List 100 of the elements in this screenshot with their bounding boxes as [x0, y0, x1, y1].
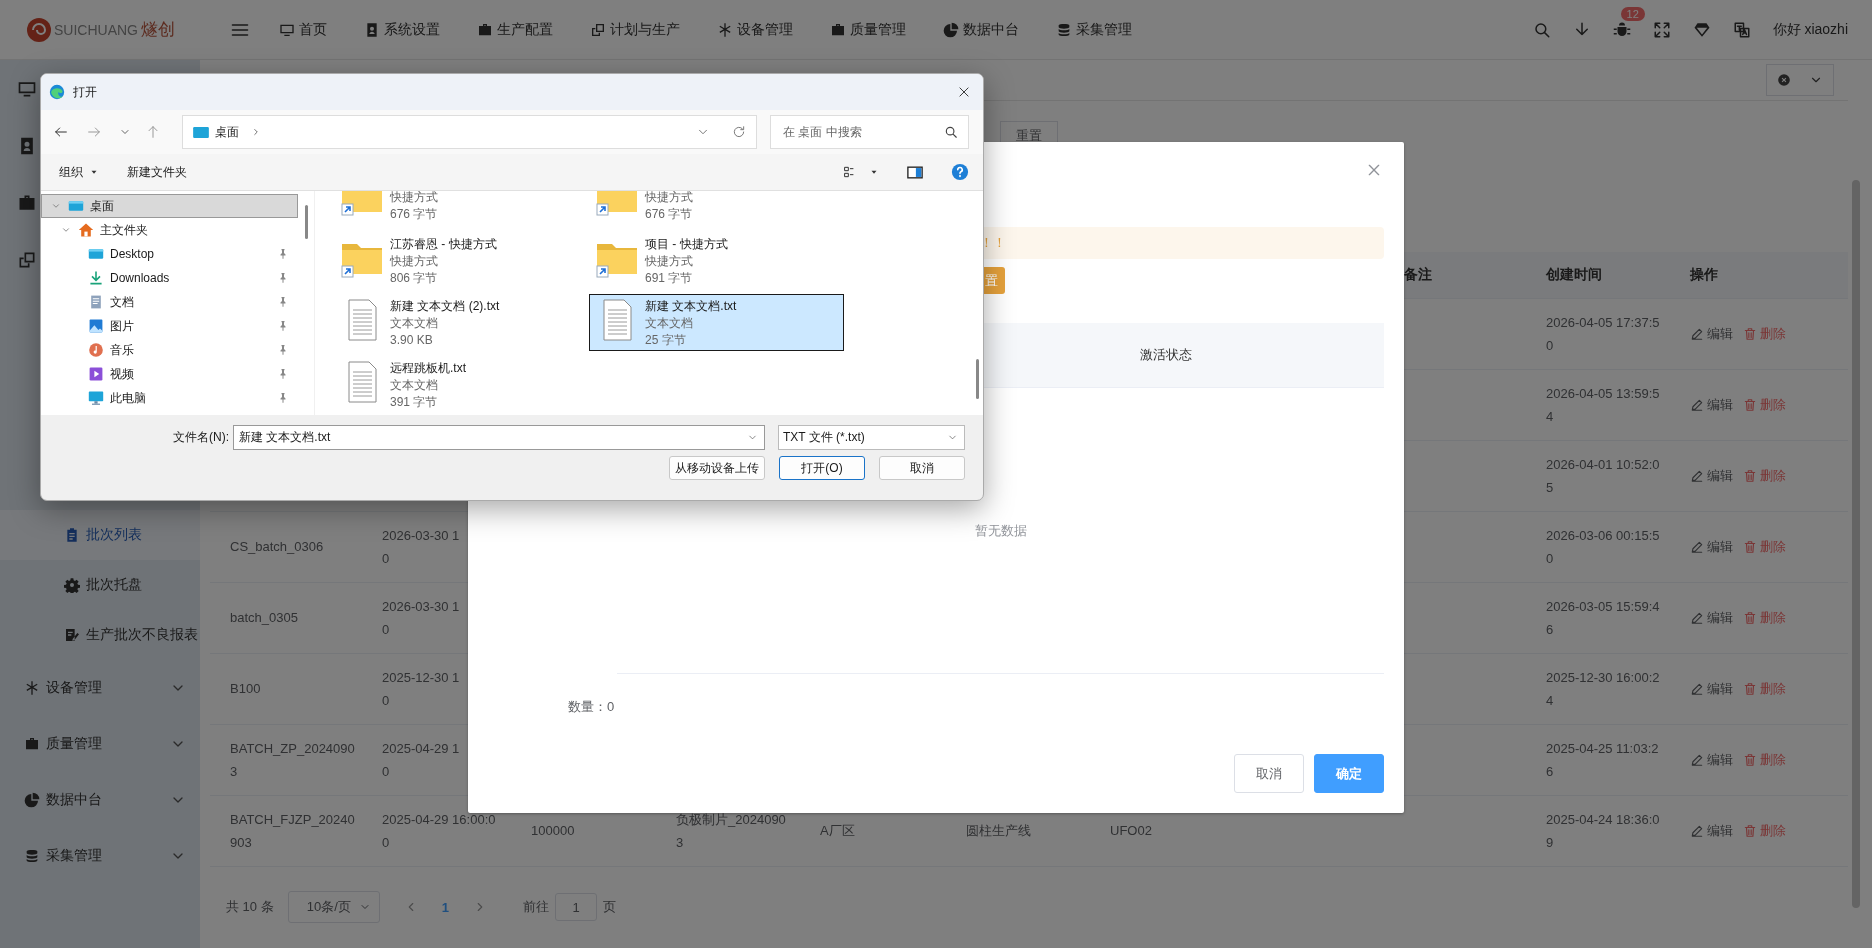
- nav-link[interactable]: 系统设置: [364, 20, 440, 39]
- file-item[interactable]: 江苏睿恩 - 快捷方式 快捷方式 806 字节: [334, 232, 589, 289]
- search-field[interactable]: 在 桌面 中搜索: [780, 115, 944, 149]
- file-item[interactable]: 远程跳板机.txt 文本文档 391 字节: [334, 356, 589, 413]
- file-type: 快捷方式: [390, 191, 438, 206]
- table-cell-text: 2026-04-05 13:59:5 4: [1546, 384, 1660, 426]
- desktop-icon: [68, 198, 84, 214]
- delete-link[interactable]: 删除: [1743, 750, 1786, 769]
- desktop-icon: [88, 246, 104, 262]
- edit-link[interactable]: 编辑: [1690, 324, 1733, 343]
- edit-link[interactable]: 编辑: [1690, 679, 1733, 698]
- file-item[interactable]: 快捷方式 676 字节: [334, 191, 589, 227]
- sidebar-subitem[interactable]: 生产批次不良报表: [0, 610, 200, 660]
- dialog-button[interactable]: 打开(O): [779, 456, 865, 480]
- edit-link[interactable]: 编辑: [1690, 466, 1733, 485]
- nav-link[interactable]: 质量管理: [830, 20, 906, 39]
- sidebar-subitem[interactable]: 批次托盘: [0, 560, 200, 610]
- scrollbar-thumb[interactable]: [305, 205, 308, 239]
- pencil-icon: [1690, 823, 1704, 838]
- preview-pane-icon[interactable]: [907, 165, 923, 179]
- nav-link[interactable]: 采集管理: [1056, 20, 1132, 39]
- file-size: 691 字节: [645, 270, 694, 287]
- folder-tree-item[interactable]: 此电脑: [41, 386, 298, 410]
- toolbar-button[interactable]: 新建文件夹: [127, 163, 187, 181]
- folder-tree-item[interactable]: 音乐: [41, 338, 298, 362]
- dialog-button[interactable]: 取消: [879, 456, 965, 480]
- file-item[interactable]: 新建 文本文档 (2).txt 文本文档 3.90 KB: [334, 294, 589, 351]
- nav-link[interactable]: 数据中台: [943, 20, 1019, 39]
- delete-link[interactable]: 删除: [1743, 821, 1786, 840]
- folder-tree-item[interactable]: 文档: [41, 290, 298, 314]
- empty-text: 暂无数据: [974, 521, 1027, 540]
- page-suffix: 页: [603, 898, 616, 917]
- sidebar-subitem[interactable]: 批次列表: [0, 510, 200, 560]
- user-greeting[interactable]: 你好 xiaozhi: [1772, 20, 1848, 39]
- refresh-icon[interactable]: [731, 125, 746, 139]
- folder-tree-item[interactable]: 主文件夹: [41, 218, 298, 242]
- page-input[interactable]: 1: [555, 893, 597, 922]
- trash-icon: [1743, 752, 1757, 767]
- tabs-control[interactable]: [1766, 63, 1834, 96]
- trash-icon: [1743, 823, 1757, 838]
- delete-link[interactable]: 删除: [1743, 537, 1786, 556]
- dialog-button[interactable]: 从移动设备上传: [669, 456, 765, 480]
- page-size-select[interactable]: 10条/页: [287, 891, 380, 924]
- delete-link[interactable]: 删除: [1743, 395, 1786, 414]
- table-cell-text: batch_0305: [230, 609, 298, 628]
- table-cell-text: 2025-04-29 16:00:0 0: [382, 810, 496, 852]
- file-item[interactable]: 新建 文本文档.txt 文本文档 25 字节: [589, 294, 844, 351]
- nav-link[interactable]: 计划与生产: [590, 20, 680, 39]
- nav-link[interactable]: 首页: [279, 20, 327, 39]
- table-cell-text: UFO02: [1110, 822, 1152, 841]
- folder-tree-item[interactable]: Downloads: [41, 266, 298, 290]
- contact-card-icon: [364, 21, 380, 38]
- delete-link[interactable]: 删除: [1743, 324, 1786, 343]
- documents-icon: [88, 294, 104, 310]
- nav-link[interactable]: 设备管理: [717, 20, 793, 39]
- file-type-select[interactable]: TXT 文件 (*.txt): [778, 425, 965, 450]
- nav-link[interactable]: 生产配置: [477, 20, 553, 39]
- fullscreen-icon[interactable]: [1652, 20, 1671, 39]
- close-icon[interactable]: [1777, 72, 1791, 87]
- address-bar[interactable]: 桌面: [182, 115, 757, 149]
- pencil-icon: [1690, 397, 1704, 412]
- column-header: 备注: [1403, 264, 1433, 284]
- search-box[interactable]: 在 桌面 中搜索: [769, 115, 969, 149]
- back-arrow-icon[interactable]: [53, 124, 69, 140]
- delete-link[interactable]: 删除: [1743, 466, 1786, 485]
- edit-link[interactable]: 编辑: [1690, 821, 1733, 840]
- folder-tree-item[interactable]: 图片: [41, 314, 298, 338]
- windows-icon: [590, 21, 606, 38]
- edit-link[interactable]: 编辑: [1690, 537, 1733, 556]
- scrollbar[interactable]: [1852, 180, 1860, 908]
- edit-link[interactable]: 编辑: [1690, 608, 1733, 627]
- edit-link[interactable]: 编辑: [1690, 395, 1733, 414]
- cancel-button[interactable]: 取消: [1234, 754, 1304, 793]
- dialog-title: 打开: [73, 83, 98, 101]
- bug-icon[interactable]: [1612, 20, 1631, 39]
- search-icon[interactable]: [1532, 20, 1551, 39]
- file-type: 快捷方式: [390, 253, 439, 270]
- delete-link[interactable]: 删除: [1743, 679, 1786, 698]
- confirm-button[interactable]: 确定: [1314, 754, 1384, 793]
- toolbar-button[interactable]: 组织: [59, 163, 99, 181]
- file-item[interactable]: 快捷方式 676 字节: [589, 191, 844, 227]
- sidebar-item[interactable]: 设备管理: [0, 660, 200, 716]
- table-cell-text: CS_batch_0306: [230, 538, 324, 557]
- translate-icon[interactable]: [1732, 20, 1751, 39]
- folder-tree-item[interactable]: Desktop: [41, 242, 298, 266]
- sidebar-item[interactable]: 数据中台: [0, 772, 200, 828]
- edit-link[interactable]: 编辑: [1690, 750, 1733, 769]
- desktop-icon: [193, 126, 209, 138]
- sidebar-item[interactable]: 质量管理: [0, 716, 200, 772]
- trash-icon: [1743, 681, 1757, 696]
- delete-link[interactable]: 删除: [1743, 608, 1786, 627]
- total-count: 共 10 条: [226, 898, 274, 917]
- folder-tree-item[interactable]: 视频: [41, 362, 298, 386]
- sidebar-item[interactable]: 采集管理: [0, 828, 200, 884]
- briefcase-icon: [24, 736, 40, 752]
- close-icon[interactable]: [957, 85, 971, 99]
- diamond-icon[interactable]: [1692, 20, 1711, 39]
- folder-tree-item[interactable]: 桌面: [41, 194, 298, 218]
- help-icon[interactable]: [951, 163, 969, 181]
- scrollbar-thumb[interactable]: [976, 359, 979, 399]
